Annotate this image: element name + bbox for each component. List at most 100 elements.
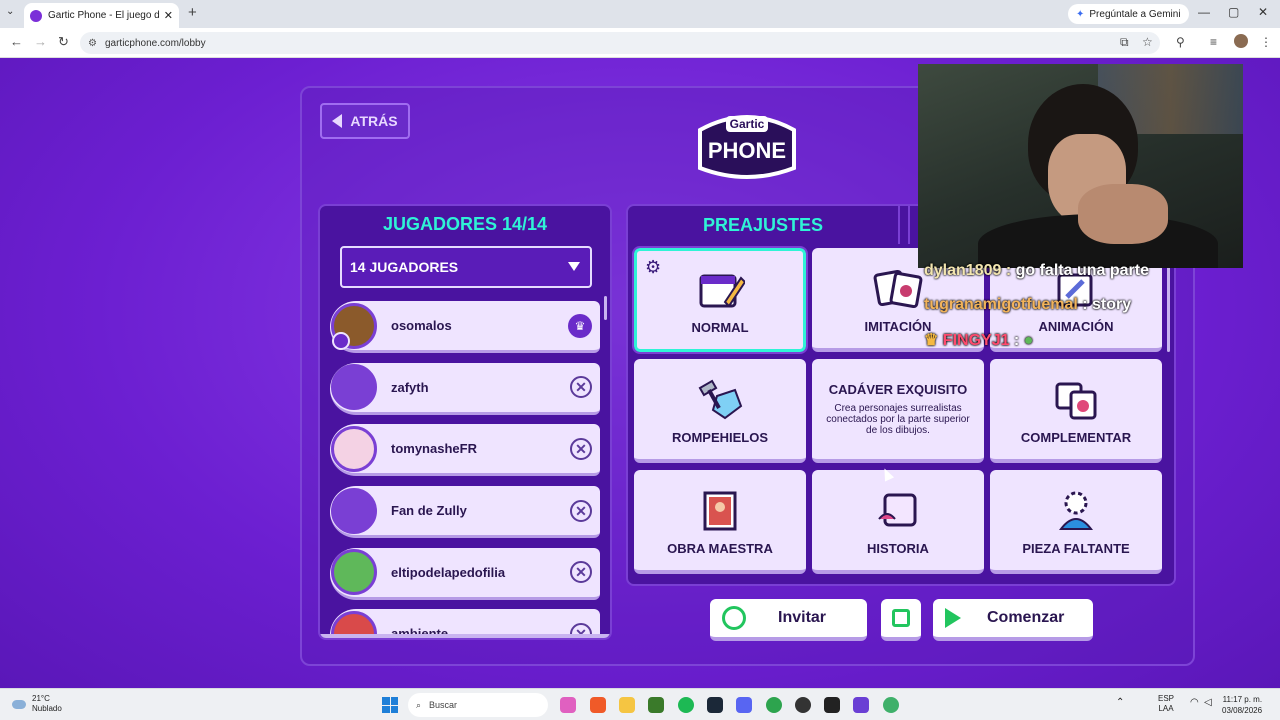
puzzle-icon [1058, 491, 1094, 530]
player-name: tomynasheFR [391, 441, 477, 457]
taskbar-search[interactable]: ⌕ Buscar [408, 693, 548, 717]
extensions-icon[interactable]: ⚲ [1176, 35, 1185, 49]
player-avatar [331, 364, 377, 411]
brave-icon[interactable] [590, 697, 606, 713]
player-row: eltipodelapedofilia ✕ [330, 547, 600, 600]
chat-text: story [1092, 296, 1132, 313]
obs-icon[interactable] [795, 697, 811, 713]
qr-code-icon [892, 609, 910, 627]
chrome-icon[interactable] [766, 697, 782, 713]
player-name: eltipodelapedofilia [391, 564, 506, 580]
masterpiece-icon [703, 491, 737, 531]
preset-obra-maestra[interactable]: OBRA MAESTRA [634, 470, 806, 574]
chat-user: dylan1809 [924, 262, 1002, 279]
system-clock[interactable]: 11:17 p. m. 03/08/2026 [1222, 694, 1262, 716]
tab-title: Gartic Phone - El juego del tele [48, 10, 160, 21]
back-button[interactable]: ATRÁS [320, 103, 410, 139]
spotify-icon[interactable] [678, 697, 694, 713]
reload-icon[interactable]: ↻ [58, 34, 69, 50]
preset-pieza-faltante[interactable]: PIEZA FALTANTE [990, 470, 1162, 574]
volume-icon[interactable]: ◁ [1204, 698, 1212, 708]
kick-player-icon[interactable]: ✕ [570, 437, 592, 460]
wifi-icon[interactable]: ◠ [1190, 698, 1199, 708]
lang-top: ESP [1158, 694, 1175, 703]
minecraft-icon[interactable] [648, 697, 664, 713]
weather-widget[interactable]: 21°C Nublado [12, 694, 62, 714]
tab-presets[interactable]: PREAJUSTES [628, 206, 900, 244]
player-avatar [331, 549, 377, 596]
close-window-button[interactable]: ✕ [1258, 5, 1268, 19]
forward-arrow-icon[interactable]: → [34, 34, 47, 49]
invite-button[interactable]: Invitar [710, 599, 867, 641]
gemini-button[interactable]: ✦ Pregúntale a Gemini [1068, 4, 1189, 24]
kick-player-icon[interactable]: ✕ [570, 499, 592, 522]
gear-icon[interactable]: ⚙ [645, 257, 661, 278]
weather-temp: 21°C [32, 694, 50, 703]
players-h-scrollbar[interactable] [320, 634, 610, 638]
start-label: Comenzar [987, 609, 1065, 626]
players-list: osomalos ♛ zafyth ✕ tomynasheFR ✕ Fan de… [330, 301, 600, 638]
preset-description: Crea personajes surrealistas conectados … [826, 403, 970, 436]
reading-list-icon[interactable]: ≡ [1210, 35, 1217, 49]
preset-label: COMPLEMENTAR [1020, 430, 1132, 445]
maximize-button[interactable]: ▢ [1228, 5, 1239, 19]
app-icon[interactable] [824, 697, 840, 713]
tab-close-icon[interactable]: ✕ [164, 9, 173, 22]
qr-code-button[interactable] [881, 599, 921, 641]
preset-cadaver-exquisito[interactable]: CADÁVER EXQUISITO Crea personajes surrea… [812, 359, 984, 463]
preset-label: NORMAL [691, 320, 749, 335]
players-count-select[interactable]: 14 JUGADORES [340, 246, 592, 288]
tab-list-icon[interactable]: ⌄ [6, 6, 14, 17]
preset-complementar[interactable]: COMPLEMENTAR [990, 359, 1162, 463]
gartic-favicon-icon [30, 9, 42, 22]
menu-dots-icon[interactable]: ⋮ [1260, 35, 1272, 49]
app-icon[interactable] [883, 697, 899, 713]
chat-user: tugranamigotfuemal [924, 296, 1078, 313]
language-indicator[interactable]: ESP LAA [1158, 694, 1174, 714]
preset-normal[interactable]: ⚙ NORMAL [632, 246, 808, 354]
player-row: osomalos ♛ [330, 301, 600, 353]
file-explorer-icon[interactable] [619, 697, 635, 713]
preset-label: HISTORIA [867, 541, 929, 556]
stream-chat-overlay: dylan1809 : go falta una parte tugranami… [918, 262, 1218, 362]
steam-icon[interactable] [707, 697, 723, 713]
discord-icon[interactable] [736, 697, 752, 713]
tray-chevron-icon[interactable]: ⌃ [1116, 698, 1124, 708]
app-icon[interactable] [853, 697, 869, 713]
chat-user: FINGYJ1 [942, 332, 1010, 349]
player-row: zafyth ✕ [330, 362, 600, 415]
site-info-icon[interactable]: ⚙ [88, 38, 97, 49]
preset-rompehielos[interactable]: ROMPEHIELOS [634, 359, 806, 463]
windows-start-icon[interactable] [382, 697, 398, 713]
scroll-icon [878, 493, 917, 527]
chat-separator: : [1001, 262, 1016, 279]
kick-player-icon[interactable]: ✕ [570, 376, 592, 399]
preset-historia[interactable]: HISTORIA [812, 470, 984, 574]
profile-avatar[interactable] [1234, 34, 1248, 48]
back-arrow-icon[interactable]: ← [10, 34, 23, 49]
player-name: zafyth [391, 379, 429, 395]
preset-label: PIEZA FALTANTE [1022, 541, 1130, 556]
chat-separator: : [1077, 296, 1093, 313]
crown-badge-icon: ♛ [924, 332, 943, 349]
players-panel: JUGADORES 14/14 14 JUGADORES osomalos ♛ … [318, 204, 612, 640]
preset-label: CADÁVER EXQUISITO [828, 382, 968, 397]
new-tab-button[interactable]: + [188, 4, 197, 21]
bookmark-star-icon[interactable]: ☆ [1142, 35, 1153, 49]
player-avatar [331, 302, 377, 350]
translate-icon[interactable]: ⧉ [1120, 35, 1129, 50]
address-bar[interactable]: ⚙ garticphone.com/lobby [80, 32, 1160, 54]
browser-tab[interactable]: Gartic Phone - El juego del tele ✕ [24, 3, 179, 28]
minimize-button[interactable]: — [1198, 5, 1210, 19]
crown-icon[interactable]: ♛ [568, 313, 592, 338]
chat-message: dylan1809 : go falta una parte [924, 262, 1149, 280]
player-row: tomynasheFR ✕ [330, 424, 600, 477]
start-button[interactable]: Comenzar [933, 599, 1093, 641]
kick-player-icon[interactable]: ✕ [570, 561, 592, 584]
link-icon [722, 606, 746, 630]
players-scrollbar[interactable] [604, 296, 607, 320]
chat-message: ♛ FINGYJ1 : ● [924, 330, 1033, 350]
gemini-icon: ✦ [1076, 8, 1085, 20]
chat-message: tugranamigotfuemal : story [924, 296, 1131, 314]
copilot-icon[interactable] [560, 697, 576, 713]
